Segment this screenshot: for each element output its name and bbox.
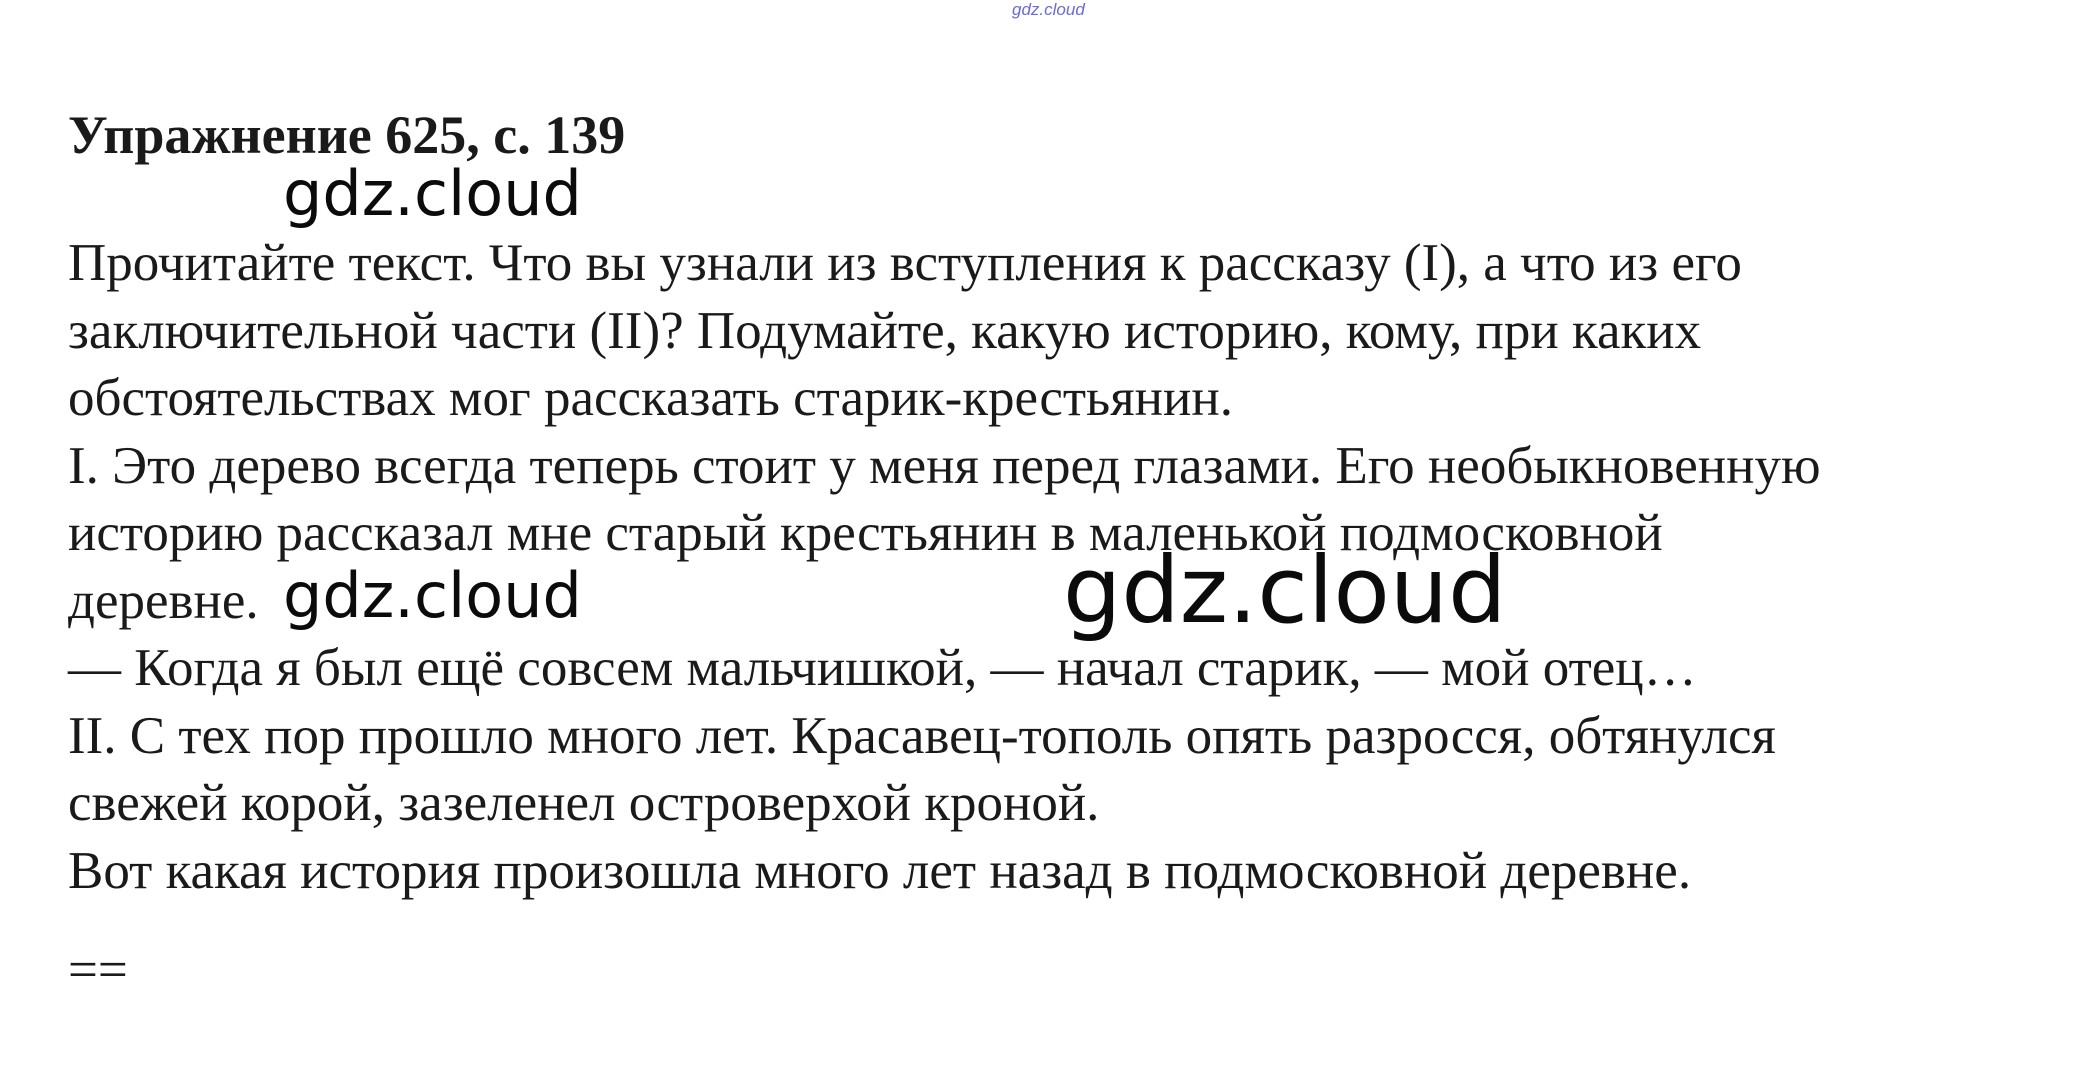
text-line: обстоятельствах мог рассказать старик-кр… <box>68 369 1233 427</box>
text-line: II. С тех пор прошло много лет. Красавец… <box>68 706 1776 765</box>
watermark: gdz.cloud <box>283 559 582 632</box>
text-line: свежей корой, зазеленел островерхой крон… <box>68 774 1100 832</box>
watermark: gdz.cloud <box>1063 537 1507 644</box>
end-mark: == <box>68 941 128 999</box>
text-line: заключительной части (II)? Подумайте, ка… <box>68 301 1702 360</box>
text-line: Прочитайте текст. Что вы узнали из вступ… <box>68 234 1742 292</box>
text-line: историю рассказал мне старый крестьянин … <box>68 504 1663 562</box>
watermark: gdz.cloud <box>283 157 582 230</box>
text-line: Вот какая история произошла много лет на… <box>68 841 1692 900</box>
top-watermark: gdz.cloud <box>1012 0 1085 19</box>
text-line: I. Это дерево всегда теперь стоит у меня… <box>68 436 1821 495</box>
exercise-heading: Упражнение 625, с. 139 <box>68 105 626 165</box>
text-line: — Когда я был ещё совсем мальчишкой, — н… <box>68 639 1697 697</box>
